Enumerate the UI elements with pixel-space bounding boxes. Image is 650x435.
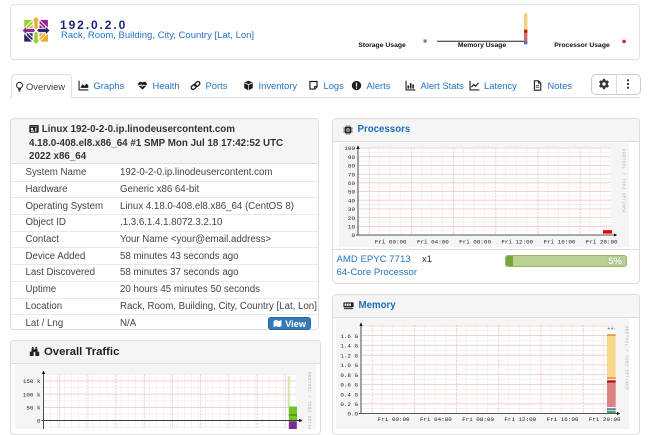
svg-text:10: 10 — [348, 224, 356, 231]
svg-text:60: 60 — [348, 180, 356, 187]
svg-text:100 k: 100 k — [23, 391, 41, 398]
svg-text:RRDTOOL / TOBI OETIKER: RRDTOOL / TOBI OETIKER — [306, 372, 311, 429]
svg-text:100: 100 — [344, 145, 355, 152]
svg-text:Fri 04:00: Fri 04:00 — [417, 239, 449, 246]
svg-text:0.0: 0.0 — [347, 411, 358, 418]
svg-text:Fri 00:00: Fri 00:00 — [375, 239, 407, 246]
svg-text:1.0 G: 1.0 G — [340, 362, 358, 369]
svg-text:Fri 16:00: Fri 16:00 — [547, 416, 579, 423]
svg-text:Fri 08:00: Fri 08:00 — [462, 416, 494, 423]
svg-text:Fri 00:00: Fri 00:00 — [378, 416, 410, 423]
svg-text:Fri 20:00: Fri 20:00 — [586, 239, 618, 246]
svg-text:Fri 12:00: Fri 12:00 — [504, 416, 536, 423]
svg-text:Fri 16:00: Fri 16:00 — [544, 239, 576, 246]
svg-text:1.4 G: 1.4 G — [340, 343, 358, 350]
svg-text:0.8 G: 0.8 G — [340, 372, 358, 379]
svg-text:Fri 04:00: Fri 04:00 — [420, 416, 452, 423]
svg-text:Fri 12:00: Fri 12:00 — [501, 239, 533, 246]
svg-text:0.4 G: 0.4 G — [340, 391, 358, 398]
svg-text:0.6 G: 0.6 G — [340, 382, 358, 389]
svg-text:70: 70 — [348, 171, 356, 178]
svg-text:40: 40 — [348, 197, 356, 204]
svg-text:80: 80 — [348, 163, 356, 170]
svg-text:50 k: 50 k — [26, 405, 41, 412]
svg-text:0: 0 — [37, 418, 41, 425]
svg-text:1.2 G: 1.2 G — [340, 352, 358, 359]
svg-text:1.6 G: 1.6 G — [340, 333, 358, 340]
svg-text:Fri 08:00: Fri 08:00 — [459, 239, 491, 246]
svg-text:0.2 G: 0.2 G — [340, 401, 358, 408]
svg-text:RRDTOOL / TOBI OETIKER: RRDTOOL / TOBI OETIKER — [624, 326, 629, 390]
svg-text:150 k: 150 k — [23, 378, 41, 385]
svg-text:20: 20 — [348, 215, 356, 222]
svg-text:90: 90 — [348, 154, 356, 161]
svg-text:Fri 20:00: Fri 20:00 — [589, 416, 621, 423]
svg-text:0: 0 — [351, 232, 355, 239]
svg-text:RRDTOOL / TOBI OETIKER: RRDTOOL / TOBI OETIKER — [621, 149, 626, 213]
svg-text:30: 30 — [348, 206, 356, 213]
svg-text:50: 50 — [348, 189, 356, 196]
